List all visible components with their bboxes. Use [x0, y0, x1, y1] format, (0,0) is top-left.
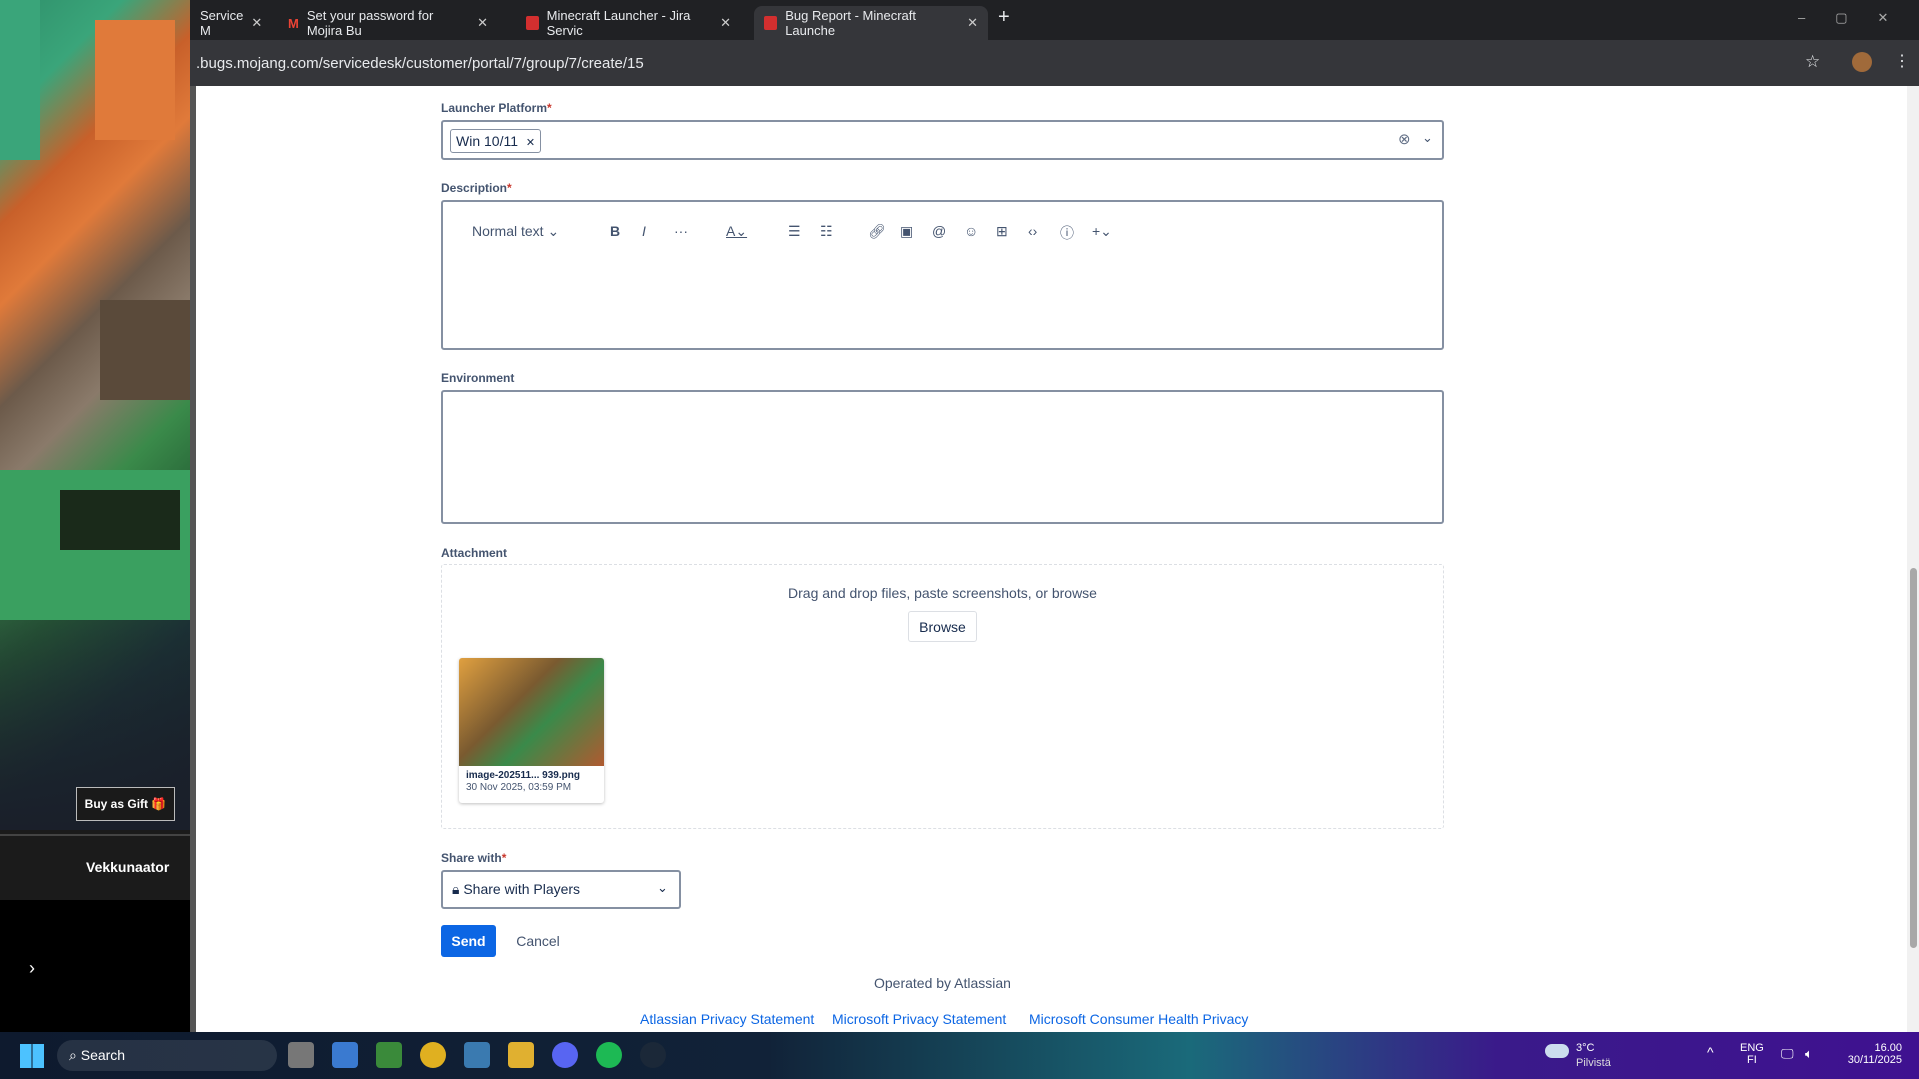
task-view-icon[interactable]	[288, 1042, 314, 1068]
send-button[interactable]: Send	[441, 925, 496, 957]
volume-icon[interactable]: 🔈︎	[1805, 1046, 1813, 1062]
code-icon[interactable]: ‹›	[1028, 223, 1037, 239]
tab-bug-report[interactable]: Bug Report - Minecraft Launche ✕	[754, 6, 988, 40]
text-style-dropdown[interactable]: Normal text ⌄	[472, 223, 559, 240]
avatar[interactable]	[1852, 52, 1872, 72]
divider	[0, 834, 190, 836]
weather-desc[interactable]: Pilvistä	[1576, 1057, 1611, 1069]
tab-jira-launcher[interactable]: Minecraft Launcher - Jira Servic ✕	[516, 6, 741, 40]
attachment-card[interactable]: image-202511... 939.png 30 Nov 2025, 03:…	[459, 658, 604, 803]
microsoft-privacy-link[interactable]: Microsoft Privacy Statement	[832, 1011, 1006, 1027]
menu-icon[interactable]: ⋮	[1894, 51, 1910, 71]
numbered-list-icon[interactable]: ☷	[820, 223, 833, 240]
remove-chip-icon[interactable]: ✕	[526, 137, 535, 149]
photos-icon[interactable]	[464, 1042, 490, 1068]
drop-instructions: Drag and drop files, paste screenshots, …	[788, 585, 1097, 601]
tab-gmail[interactable]: M Set your password for Mojira Bu ✕	[278, 6, 498, 40]
tab-bar: Service M ✕ M Set your password for Mojira…	[190, 0, 1919, 40]
more-formatting-icon[interactable]: ···	[674, 223, 688, 239]
address-bar[interactable]: .bugs.mojang.com/servicedesk/customer/po…	[190, 40, 1919, 86]
taskbar-search[interactable]: ⌕ Search	[57, 1040, 277, 1071]
italic-icon[interactable]: I	[642, 223, 646, 239]
atlassian-privacy-link[interactable]: Atlassian Privacy Statement	[640, 1011, 814, 1027]
text-color-icon[interactable]: A⌄	[726, 223, 747, 240]
spotify-icon[interactable]	[596, 1042, 622, 1068]
attachment-thumbnail	[459, 658, 604, 766]
close-icon[interactable]: ✕	[477, 15, 488, 31]
discord-icon[interactable]	[552, 1042, 578, 1068]
minecraft-artwork	[0, 0, 190, 830]
lock-icon: 🔒︎	[452, 881, 460, 897]
tab-service[interactable]: Service M ✕	[190, 6, 270, 40]
cancel-button[interactable]: Cancel	[508, 925, 568, 957]
mention-icon[interactable]: @	[932, 223, 946, 239]
launcher-platform-select[interactable]: Win 10/11 ✕ ⊗ ⌄	[441, 120, 1444, 160]
store-icon[interactable]	[332, 1042, 358, 1068]
weather-temp[interactable]: 3°C	[1576, 1042, 1594, 1054]
clock[interactable]: 16.00 30/11/2025	[1836, 1042, 1902, 1066]
bold-icon[interactable]: B	[610, 223, 620, 239]
minecraft-launcher-icon[interactable]	[376, 1042, 402, 1068]
scrollbar-thumb[interactable]	[1910, 568, 1917, 948]
mojang-icon	[526, 16, 539, 30]
search-icon: ⌕	[69, 1047, 77, 1063]
attachment-label: Attachment	[441, 546, 508, 560]
insert-icon[interactable]: +⌄	[1092, 223, 1112, 240]
table-icon[interactable]: ⊞	[996, 223, 1008, 240]
consumer-health-privacy-link[interactable]: Microsoft Consumer Health Privacy	[1029, 1011, 1248, 1027]
share-with-label: Share with*	[441, 851, 507, 865]
close-icon[interactable]: ✕	[251, 15, 262, 31]
file-explorer-icon[interactable]	[508, 1042, 534, 1068]
gmail-icon: M	[288, 15, 299, 31]
attachment-filename: image-202511... 939.png	[466, 770, 580, 781]
attachment-dropzone[interactable]: Drag and drop files, paste screenshots, …	[441, 564, 1444, 829]
scrollbar[interactable]	[1907, 86, 1919, 1032]
close-icon[interactable]: ✕	[720, 15, 731, 31]
link-icon[interactable]: 🔗︎	[868, 223, 886, 240]
windows-start-icon[interactable]	[20, 1044, 44, 1068]
steam-icon[interactable]	[640, 1042, 666, 1068]
taskbar: ⌕ Search 3°C Pilvistä ^ ENG FI 🖵︎ 🔈︎ 16.0…	[0, 1032, 1919, 1079]
platform-chip: Win 10/11 ✕	[450, 129, 542, 153]
attachment-date: 30 Nov 2025, 03:59 PM	[466, 782, 572, 793]
mojang-icon	[764, 16, 778, 30]
environment-label: Environment	[441, 371, 515, 385]
info-icon[interactable]: ⓘ	[1060, 223, 1074, 243]
chevron-right-icon[interactable]: ›	[29, 958, 35, 979]
description-label: Description*	[441, 181, 512, 195]
emoji-icon[interactable]: ☺	[964, 223, 978, 239]
launcher-platform-label: Launcher Platform*	[441, 101, 552, 115]
panel-title: Vekkunaator	[86, 859, 170, 875]
chevron-up-icon[interactable]: ^	[1707, 1044, 1714, 1060]
description-editor[interactable]: Normal text ⌄ B I ··· A⌄ ☰ ☷ 🔗︎ ▣ @ ☺ ⊞ …	[441, 200, 1444, 350]
star-icon[interactable]: ☆	[1805, 52, 1820, 72]
window-controls[interactable]: –▢✕	[1798, 10, 1918, 26]
buy-as-gift-button[interactable]: Buy as Gift 🎁	[76, 787, 175, 821]
operated-by: Operated by Atlassian	[874, 975, 1011, 991]
cloud-icon	[1545, 1044, 1569, 1058]
chevron-down-icon[interactable]: ⌄	[1422, 130, 1433, 146]
new-tab-button[interactable]: +	[998, 6, 1010, 29]
browse-button[interactable]: Browse	[908, 611, 977, 642]
clear-icon[interactable]: ⊗	[1398, 130, 1411, 148]
language-indicator[interactable]: ENG FI	[1740, 1042, 1764, 1066]
chevron-down-icon[interactable]: ⌄	[657, 880, 668, 896]
image-icon[interactable]: ▣	[900, 223, 913, 240]
close-icon[interactable]: ✕	[967, 15, 978, 31]
side-panel: Buy as Gift 🎁 Vekkunaator ›	[0, 0, 196, 1032]
environment-textarea[interactable]	[441, 390, 1444, 524]
gift-icon: 🎁	[151, 797, 167, 811]
share-with-select[interactable]: 🔒︎ Share with Players ⌄	[441, 870, 681, 909]
chrome-icon[interactable]	[420, 1042, 446, 1068]
bullet-list-icon[interactable]: ☰	[788, 223, 801, 240]
network-icon[interactable]: 🖵︎	[1781, 1046, 1794, 1062]
